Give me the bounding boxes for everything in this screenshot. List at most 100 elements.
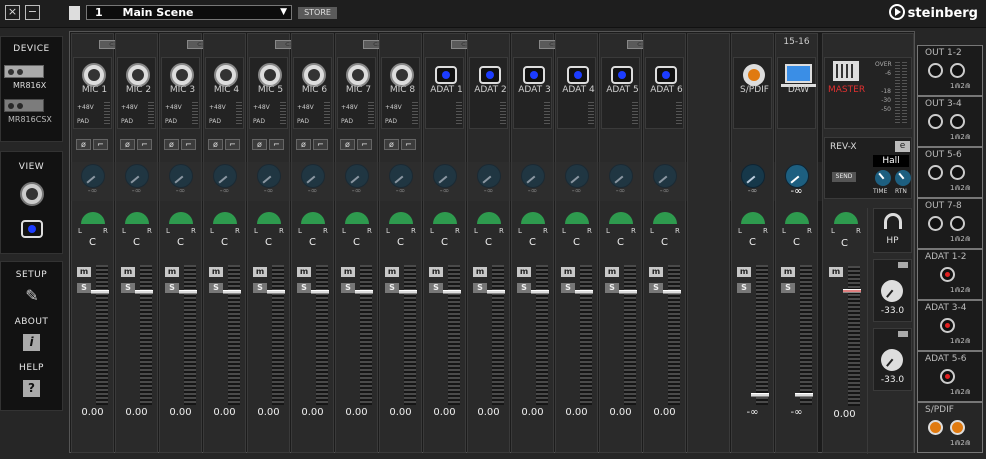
- fader-track[interactable]: [800, 265, 812, 405]
- view-analog-icon[interactable]: [20, 182, 44, 206]
- pan-knob[interactable]: LR: [606, 212, 636, 236]
- phase-button[interactable]: ø: [252, 139, 267, 150]
- fader-track[interactable]: [184, 265, 196, 405]
- mute-button[interactable]: m: [517, 267, 531, 277]
- device-mr816csx-icon[interactable]: [4, 99, 44, 112]
- revx-type-display[interactable]: Hall: [873, 155, 909, 167]
- output-out-7-8[interactable]: OUT 7-8 1⋒2⋒: [917, 198, 983, 249]
- master-pan-knob[interactable]: LR: [831, 212, 861, 236]
- output-adat-5-6[interactable]: ADAT 5-6 1⋒2⋒: [917, 351, 983, 402]
- scene-selector[interactable]: 1 Main Scene ▼: [86, 5, 292, 20]
- phase-button[interactable]: ø: [340, 139, 355, 150]
- phase-button[interactable]: ø: [76, 139, 91, 150]
- fader-track[interactable]: [404, 265, 416, 405]
- solo-button[interactable]: S: [385, 283, 399, 293]
- mute-button[interactable]: m: [385, 267, 399, 277]
- output-adat-1-2[interactable]: ADAT 1-2 1⋒2⋒: [917, 249, 983, 300]
- minimize-button[interactable]: −: [25, 5, 40, 20]
- fader-track[interactable]: [756, 265, 768, 405]
- pan-knob[interactable]: LR: [562, 212, 592, 236]
- fader-handle[interactable]: [311, 290, 329, 294]
- solo-button[interactable]: S: [209, 283, 223, 293]
- phase-button[interactable]: ø: [120, 139, 135, 150]
- mute-button[interactable]: m: [473, 267, 487, 277]
- mute-button[interactable]: m: [605, 267, 619, 277]
- pan-knob[interactable]: LR: [166, 212, 196, 236]
- fader-handle[interactable]: [179, 290, 197, 294]
- fader-handle[interactable]: [751, 393, 769, 397]
- hpf-button[interactable]: ⌐: [181, 139, 196, 150]
- fader-track[interactable]: [360, 265, 372, 405]
- pan-knob[interactable]: LR: [122, 212, 152, 236]
- pan-knob[interactable]: LR: [342, 212, 372, 236]
- fader-handle[interactable]: [443, 290, 461, 294]
- solo-button[interactable]: S: [473, 283, 487, 293]
- device-mr816x-label[interactable]: MR816X: [13, 81, 46, 90]
- time-knob[interactable]: [875, 170, 891, 186]
- fader-track[interactable]: [492, 265, 504, 405]
- fader-track[interactable]: [228, 265, 240, 405]
- revx-edit-button[interactable]: e: [895, 141, 910, 152]
- output-s-pdif[interactable]: S/PDIF 1⋒2⋒: [917, 402, 983, 453]
- close-button[interactable]: ×: [5, 5, 20, 20]
- fader-handle[interactable]: [399, 290, 417, 294]
- store-button[interactable]: STORE: [298, 7, 337, 19]
- output-out-5-6[interactable]: OUT 5-6 1⋒2⋒: [917, 147, 983, 198]
- fader-track[interactable]: [536, 265, 548, 405]
- solo-button[interactable]: S: [297, 283, 311, 293]
- master-fader-handle[interactable]: [843, 289, 861, 293]
- fader-handle[interactable]: [663, 290, 681, 294]
- solo-button[interactable]: S: [121, 283, 135, 293]
- fader-handle[interactable]: [795, 393, 813, 397]
- mute-button[interactable]: m: [781, 267, 795, 277]
- pan-knob[interactable]: LR: [298, 212, 328, 236]
- master-fader-track[interactable]: [848, 266, 860, 406]
- send-knob[interactable]: [741, 164, 765, 188]
- pan-knob[interactable]: LR: [254, 212, 284, 236]
- pan-knob[interactable]: LR: [386, 212, 416, 236]
- solo-button[interactable]: S: [77, 283, 91, 293]
- solo-button[interactable]: S: [561, 283, 575, 293]
- fader-handle[interactable]: [487, 290, 505, 294]
- info-icon[interactable]: i: [23, 334, 40, 351]
- solo-button[interactable]: S: [649, 283, 663, 293]
- fader-track[interactable]: [668, 265, 680, 405]
- solo-button[interactable]: S: [341, 283, 355, 293]
- fader-track[interactable]: [448, 265, 460, 405]
- phase-button[interactable]: ø: [384, 139, 399, 150]
- fader-handle[interactable]: [575, 290, 593, 294]
- pan-knob[interactable]: LR: [210, 212, 240, 236]
- mute-button[interactable]: m: [121, 267, 135, 277]
- mute-button[interactable]: m: [649, 267, 663, 277]
- phase-button[interactable]: ø: [296, 139, 311, 150]
- phase-button[interactable]: ø: [164, 139, 179, 150]
- hpf-button[interactable]: ⌐: [225, 139, 240, 150]
- fader-handle[interactable]: [355, 290, 373, 294]
- fader-handle[interactable]: [267, 290, 285, 294]
- fader-track[interactable]: [316, 265, 328, 405]
- mute-button[interactable]: m: [253, 267, 267, 277]
- solo-button[interactable]: S: [165, 283, 179, 293]
- fader-handle[interactable]: [91, 290, 109, 294]
- mute-button[interactable]: m: [297, 267, 311, 277]
- fader-handle[interactable]: [135, 290, 153, 294]
- mute-button[interactable]: m: [561, 267, 575, 277]
- hpf-button[interactable]: ⌐: [93, 139, 108, 150]
- fader-handle[interactable]: [223, 290, 241, 294]
- pan-knob[interactable]: LR: [650, 212, 680, 236]
- mute-button[interactable]: m: [341, 267, 355, 277]
- pan-knob[interactable]: LR: [738, 212, 768, 236]
- pan-knob[interactable]: LR: [430, 212, 460, 236]
- solo-button[interactable]: S: [737, 283, 751, 293]
- rtn-knob[interactable]: [895, 170, 911, 186]
- solo-button[interactable]: S: [429, 283, 443, 293]
- mute-button[interactable]: m: [165, 267, 179, 277]
- mute-button[interactable]: m: [209, 267, 223, 277]
- solo-button[interactable]: S: [781, 283, 795, 293]
- hpf-button[interactable]: ⌐: [269, 139, 284, 150]
- hp1-level-knob[interactable]: [881, 280, 903, 302]
- pan-knob[interactable]: LR: [474, 212, 504, 236]
- fader-track[interactable]: [580, 265, 592, 405]
- hpf-button[interactable]: ⌐: [401, 139, 416, 150]
- pan-knob[interactable]: LR: [78, 212, 108, 236]
